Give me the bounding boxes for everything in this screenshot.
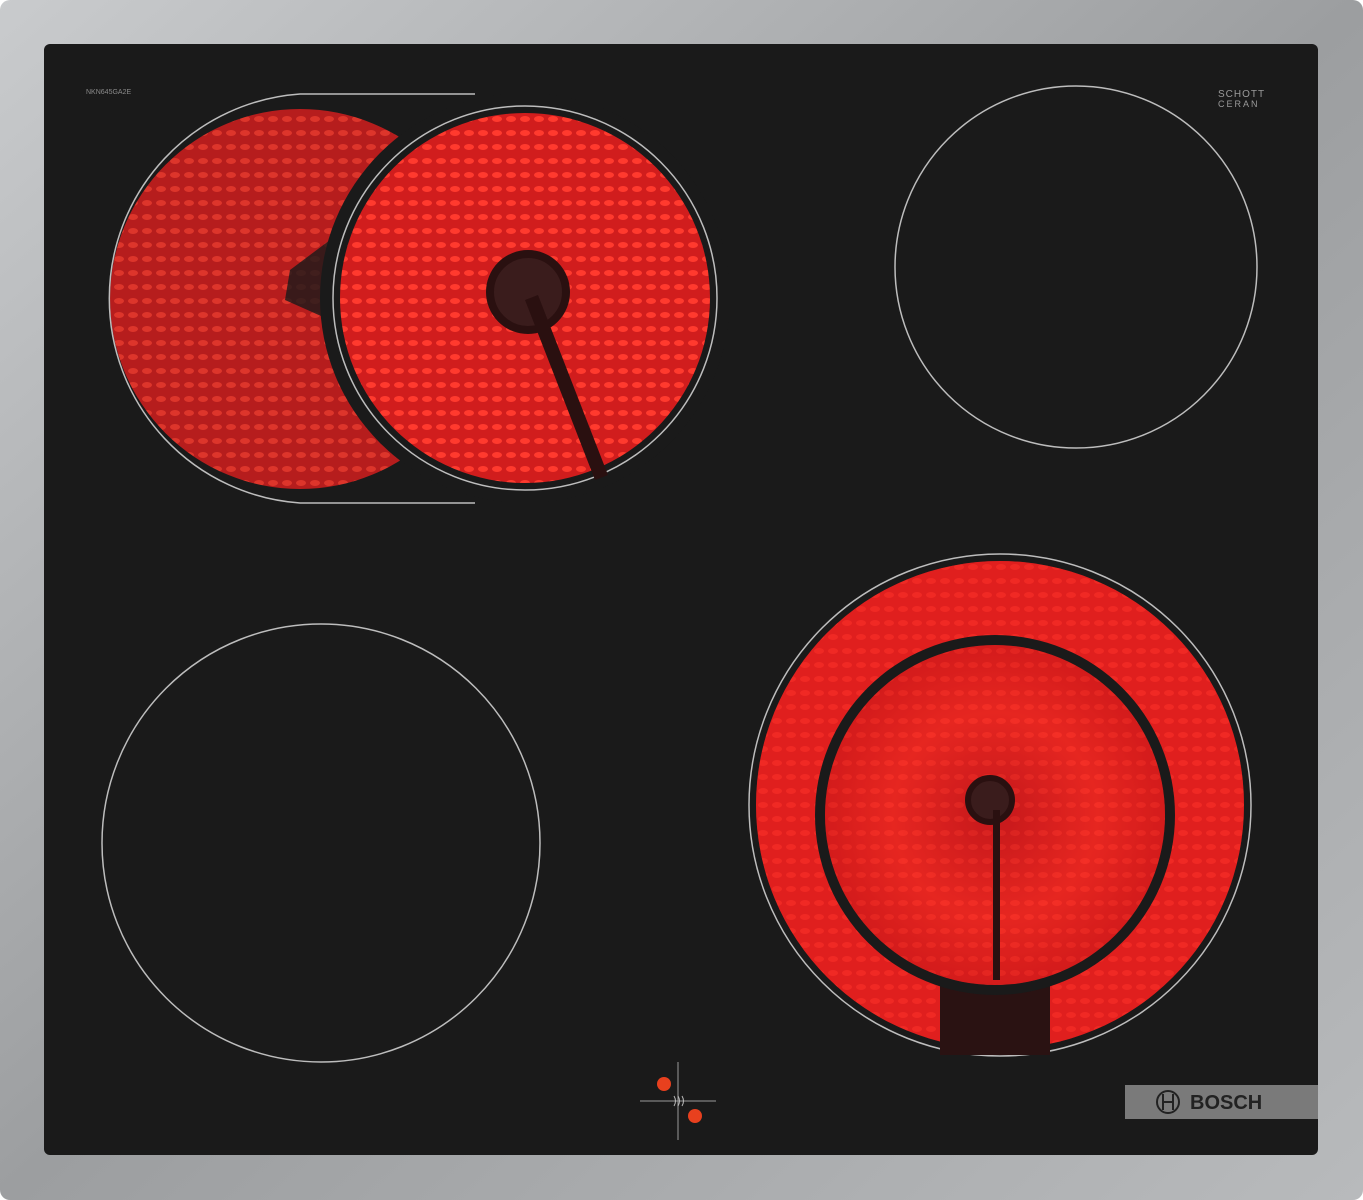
bosch-badge: BOSCH [1125, 1085, 1318, 1119]
brand-name: BOSCH [1190, 1092, 1262, 1114]
cooking-zone-rear-left-dual[interactable] [108, 93, 730, 504]
indicator-light [688, 1109, 702, 1123]
coil-sensor-rod [993, 810, 1000, 980]
coil-center [486, 250, 570, 334]
indicator-light [657, 1077, 671, 1091]
schott-ceran-logo: SCHOTT CERAN [1218, 89, 1264, 109]
coil-center [965, 775, 1015, 825]
model-label: NKN645GA2E [86, 89, 131, 96]
ceran-text: CERAN [1218, 99, 1260, 109]
cooktop: NKN645GA2E SCHOTT CERAN BOSCH [0, 0, 1363, 1200]
